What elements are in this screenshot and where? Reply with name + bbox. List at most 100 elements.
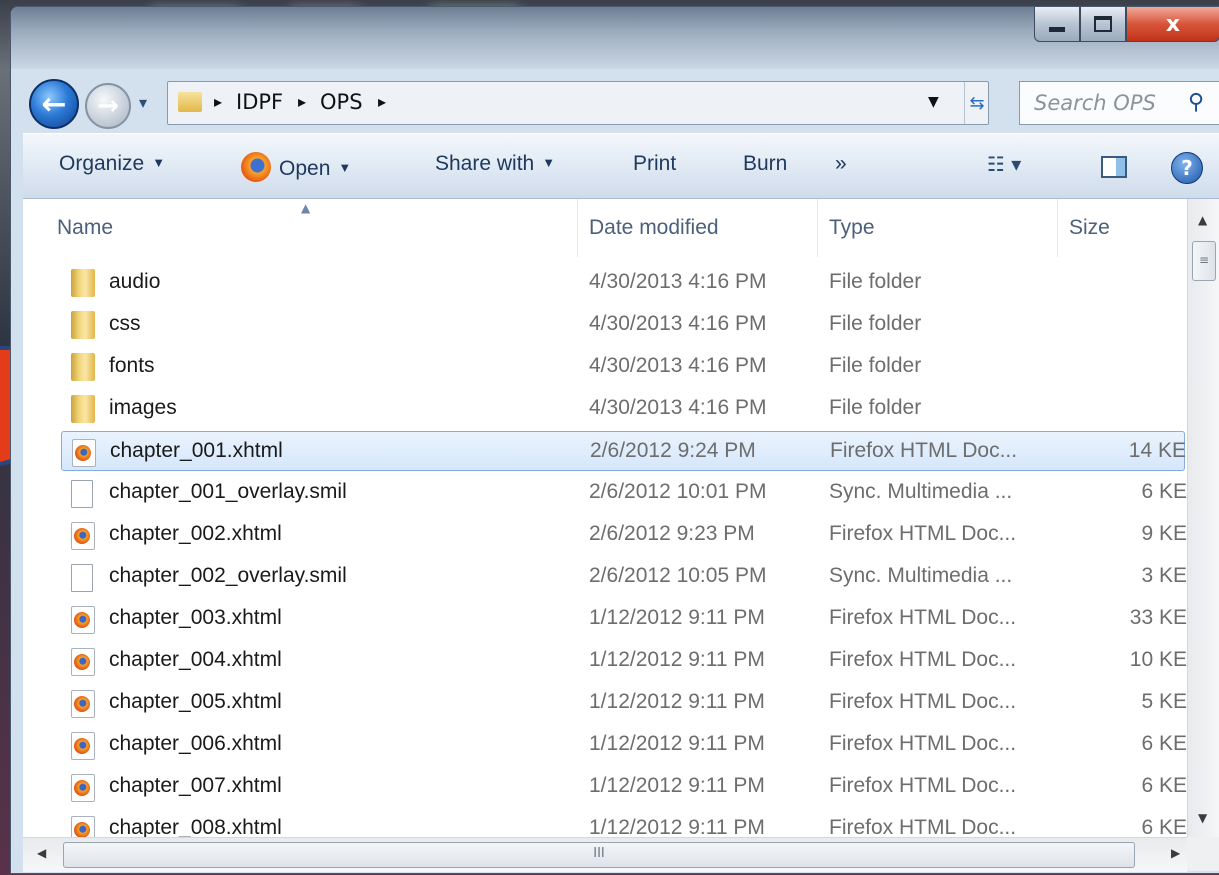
column-header-size[interactable]: Size xyxy=(1069,199,1110,257)
column-header-date-modified[interactable]: Date modified xyxy=(589,199,719,257)
file-name: audio xyxy=(109,270,161,293)
open-label: Open xyxy=(279,157,331,180)
file-row[interactable]: chapter_005.xhtml 1/12/2012 9:11 PM Firefo… xyxy=(61,683,1187,723)
file-type: Firefox HTML Doc... xyxy=(829,606,1017,629)
help-icon[interactable]: ? xyxy=(1171,152,1203,184)
open-button[interactable]: Open ▼ xyxy=(241,152,351,182)
vertical-scroll-thumb[interactable]: ≡ xyxy=(1192,241,1216,281)
share-with-button[interactable]: Share with ▼ xyxy=(435,152,555,176)
chevron-down-icon: ▼ xyxy=(338,160,352,175)
file-date-modified: 1/12/2012 9:11 PM xyxy=(589,648,765,671)
file-row[interactable]: audio 4/30/2013 4:16 PM File folder xyxy=(61,263,1185,303)
address-dropdown-icon[interactable]: ▼ xyxy=(928,94,939,110)
file-size: 6 KE xyxy=(1141,816,1187,837)
file-size: 6 KE xyxy=(1141,480,1187,503)
breadcrumb-separator-icon[interactable]: ▸ xyxy=(378,92,386,111)
file-row[interactable]: chapter_002_overlay.smil 2/6/2012 10:05 P… xyxy=(61,557,1187,597)
file-type: Firefox HTML Doc... xyxy=(829,732,1017,755)
breadcrumb-separator-icon[interactable]: ▸ xyxy=(298,92,306,111)
file-row[interactable]: css 4/30/2013 4:16 PM File folder xyxy=(61,305,1185,345)
file-name: chapter_001_overlay.smil xyxy=(109,480,347,503)
organize-button[interactable]: Organize ▼ xyxy=(59,152,165,176)
file-row[interactable]: chapter_008.xhtml 1/12/2012 9:11 PM Firefo… xyxy=(61,809,1187,837)
recent-pages-dropdown[interactable]: ▾ xyxy=(139,93,147,112)
change-view-icon[interactable]: ☷ ▾ xyxy=(987,152,1021,176)
search-input[interactable]: Search OPS ⚲ xyxy=(1019,81,1219,125)
file-row[interactable]: images 4/30/2013 4:16 PM File folder xyxy=(61,389,1185,429)
file-row[interactable]: chapter_001_overlay.smil 2/6/2012 10:01 P… xyxy=(61,473,1187,513)
column-header-type[interactable]: Type xyxy=(829,199,875,257)
title-bar[interactable]: x xyxy=(11,7,1219,69)
file-type: Firefox HTML Doc... xyxy=(829,648,1017,671)
file-list: ▲ Name Date modified Type Size audio 4/30… xyxy=(23,199,1187,837)
file-date-modified: 4/30/2013 4:16 PM xyxy=(589,270,767,293)
document-icon xyxy=(71,564,93,592)
breadcrumb-ops[interactable]: OPS xyxy=(320,90,363,114)
horizontal-scrollbar[interactable]: ◀ III ▶ xyxy=(23,837,1187,872)
breadcrumb-idpf[interactable]: IDPF xyxy=(236,90,283,114)
file-date-modified: 4/30/2013 4:16 PM xyxy=(589,312,767,335)
scroll-down-icon[interactable]: ▼ xyxy=(1198,811,1207,825)
file-type: File folder xyxy=(829,270,922,293)
file-name: chapter_001.xhtml xyxy=(110,439,283,462)
close-button[interactable]: x xyxy=(1126,7,1219,42)
command-bar: Organize ▼ Open ▼ Share with ▼ Print Burn »… xyxy=(23,133,1219,199)
forward-arrow-icon: → xyxy=(97,91,119,121)
search-icon[interactable]: ⚲ xyxy=(1188,90,1204,115)
file-name: fonts xyxy=(109,354,155,377)
minimize-icon xyxy=(1049,26,1065,32)
file-type: File folder xyxy=(829,396,922,419)
file-type: Firefox HTML Doc... xyxy=(829,522,1017,545)
file-name: chapter_002.xhtml xyxy=(109,522,282,545)
explorer-window: x ← → ▾ ▸ IDPF ▸ OPS ▸ ▼ ⇆ Search OPS ⚲ … xyxy=(10,6,1219,874)
file-name: chapter_007.xhtml xyxy=(109,774,282,797)
print-button[interactable]: Print xyxy=(633,152,676,176)
file-name: chapter_008.xhtml xyxy=(109,816,282,837)
scroll-up-icon[interactable]: ▲ xyxy=(1198,213,1207,227)
file-row[interactable]: chapter_003.xhtml 1/12/2012 9:11 PM Firefo… xyxy=(61,599,1187,639)
file-row[interactable]: chapter_006.xhtml 1/12/2012 9:11 PM Firefo… xyxy=(61,725,1187,765)
file-row[interactable]: chapter_004.xhtml 1/12/2012 9:11 PM Firefo… xyxy=(61,641,1187,681)
file-date-modified: 1/12/2012 9:11 PM xyxy=(589,606,765,629)
search-placeholder: Search OPS xyxy=(1034,91,1156,115)
address-bar[interactable]: ▸ IDPF ▸ OPS ▸ ▼ ⇆ xyxy=(167,81,989,125)
scroll-left-icon[interactable]: ◀ xyxy=(37,846,46,860)
vertical-scrollbar[interactable]: ▲ ≡ ▼ xyxy=(1187,199,1219,837)
column-divider[interactable] xyxy=(577,199,578,257)
file-size: 5 KE xyxy=(1141,690,1187,713)
column-header-name[interactable]: Name xyxy=(57,199,113,257)
back-button[interactable]: ← xyxy=(29,79,79,129)
column-divider[interactable] xyxy=(817,199,818,257)
folder-icon xyxy=(71,269,95,297)
file-name: chapter_003.xhtml xyxy=(109,606,282,629)
refresh-icon: ⇆ xyxy=(969,92,985,114)
file-row[interactable]: chapter_002.xhtml 2/6/2012 9:23 PM Firefox… xyxy=(61,515,1187,555)
close-icon: x xyxy=(1165,11,1181,37)
scroll-right-icon[interactable]: ▶ xyxy=(1171,846,1180,860)
file-date-modified: 1/12/2012 9:11 PM xyxy=(589,732,765,755)
forward-button[interactable]: → xyxy=(85,83,131,129)
maximize-button[interactable] xyxy=(1080,7,1126,42)
column-divider[interactable] xyxy=(1057,199,1058,257)
file-type: Sync. Multimedia ... xyxy=(829,480,1013,503)
file-size: 10 KE xyxy=(1129,648,1187,671)
document-icon xyxy=(71,480,93,508)
burn-button[interactable]: Burn xyxy=(743,152,787,176)
preview-pane-icon[interactable] xyxy=(1101,156,1127,178)
maximize-icon xyxy=(1094,16,1112,32)
file-date-modified: 2/6/2012 9:24 PM xyxy=(590,439,756,462)
more-commands-button[interactable]: » xyxy=(835,152,847,176)
firefox-icon xyxy=(241,152,271,182)
file-date-modified: 4/30/2013 4:16 PM xyxy=(589,396,767,419)
horizontal-scroll-thumb[interactable]: III xyxy=(63,842,1135,868)
file-row[interactable]: fonts 4/30/2013 4:16 PM File folder xyxy=(61,347,1185,387)
file-row[interactable]: chapter_007.xhtml 1/12/2012 9:11 PM Firefo… xyxy=(61,767,1187,807)
file-size: 6 KE xyxy=(1141,732,1187,755)
file-row[interactable]: chapter_001.xhtml 2/6/2012 9:24 PM Firefox… xyxy=(61,431,1186,471)
breadcrumb-separator-icon[interactable]: ▸ xyxy=(214,92,222,111)
firefox-document-icon xyxy=(71,816,95,837)
refresh-button[interactable]: ⇆ xyxy=(964,82,989,124)
file-type: Firefox HTML Doc... xyxy=(829,816,1017,837)
minimize-button[interactable] xyxy=(1034,7,1080,42)
file-size: 3 KE xyxy=(1141,564,1187,587)
